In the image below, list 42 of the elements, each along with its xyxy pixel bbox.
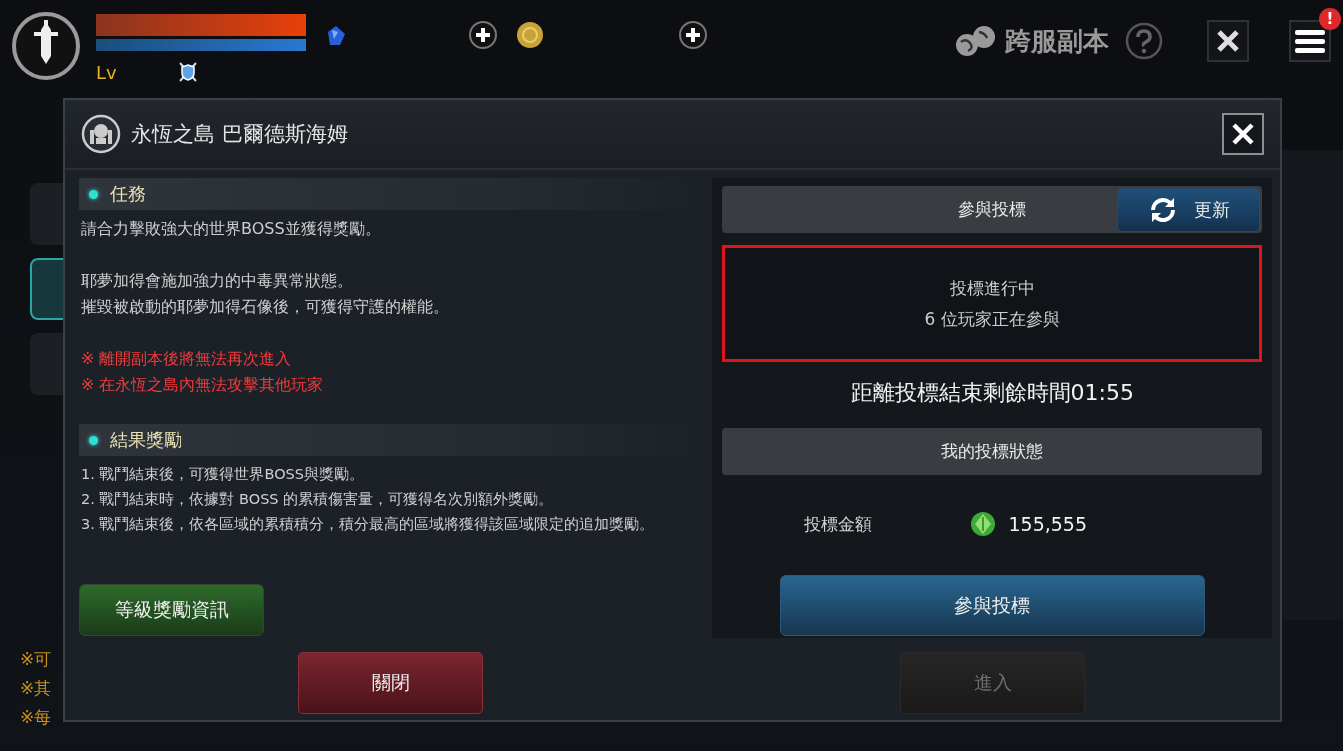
close-icon	[1216, 29, 1240, 53]
status-text: 6 位玩家正在參與	[924, 307, 1060, 331]
boss-emblem-icon	[81, 114, 121, 154]
section-title: 任務	[110, 182, 146, 206]
note-text: ※每	[20, 706, 52, 729]
my-status-title: 我的投標狀態	[941, 440, 1044, 464]
mode-title: 跨服副本	[1005, 24, 1109, 58]
description-text: 耶夢加得會施加強力的中毒異常狀態。	[80, 270, 354, 292]
description-text: 2. 戰鬥結束時，依據對 BOSS 的累積傷害量，可獲得名次別額外獎勵。	[80, 490, 555, 509]
note-text: ※其	[20, 677, 52, 700]
description-text: 1. 戰鬥結束後，可獲得世界BOSS與獎勵。	[80, 465, 365, 484]
level-label: Lv	[96, 61, 117, 83]
plus-icon[interactable]	[678, 20, 708, 50]
menu-icon	[1295, 28, 1325, 54]
warning-text: ※ 離開副本後將無法再次進入	[80, 348, 293, 370]
description-text: 請合力擊敗強大的世界BOSS並獲得獎勵。	[80, 218, 382, 240]
close-button[interactable]	[1222, 113, 1264, 155]
bullet-icon	[89, 189, 98, 199]
countdown-text: 距離投標結束剩餘時間01:55	[850, 379, 1134, 408]
dialog-title: 永恆之島 巴爾德斯海姆	[131, 121, 349, 148]
close-button[interactable]	[1207, 20, 1249, 62]
close-icon	[1231, 122, 1255, 146]
bid-title: 參與投標	[958, 197, 1027, 221]
bid-button[interactable]: 參與投標	[779, 575, 1205, 636]
amount-label: 投標金額	[804, 512, 874, 536]
alert-badge: !	[1319, 8, 1341, 30]
bullet-icon	[89, 435, 98, 445]
note-text: ※可	[20, 648, 52, 671]
section-title: 結果獎勵	[110, 428, 182, 452]
description-text: 摧毀被啟動的耶夢加得石像後，可獲得守護的權能。	[80, 296, 450, 318]
warning-text: ※ 在永恆之島內無法攻擊其他玩家	[80, 374, 325, 396]
description-text: 3. 戰鬥結束後，依各區域的累積積分，積分最高的區域將獲得該區域限定的追加獎勵。	[80, 515, 656, 534]
shield-icon	[176, 60, 199, 84]
reward-info-button[interactable]: 等級獎勵資訊	[79, 584, 264, 636]
plus-icon[interactable]	[468, 20, 498, 50]
help-icon[interactable]	[1125, 22, 1163, 60]
close-button[interactable]: 關閉	[298, 652, 483, 714]
coin-icon	[516, 21, 544, 49]
status-text: 投標進行中	[949, 276, 1035, 300]
refresh-button[interactable]: 更新	[1117, 188, 1260, 232]
gem-currency-icon	[970, 511, 997, 538]
amount-value: 155,555	[1008, 513, 1088, 536]
